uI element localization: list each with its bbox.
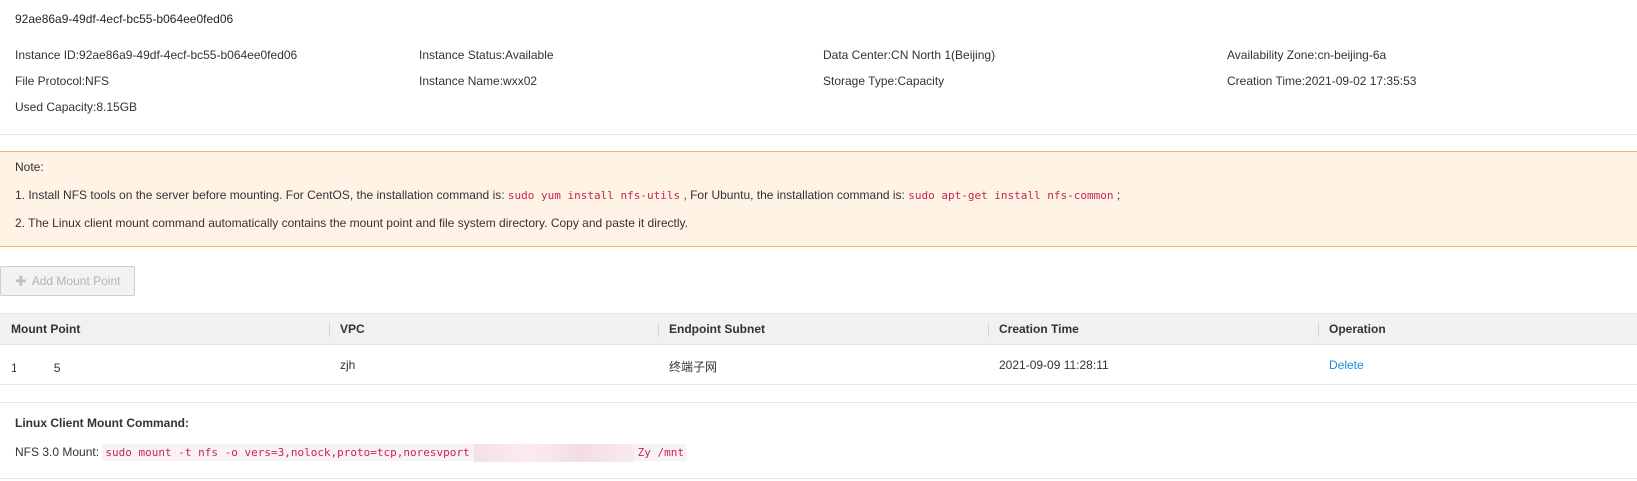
creation-time: Creation Time:2021-09-02 17:35:53 — [1227, 74, 1417, 88]
mount-command-code[interactable]: sudo mount -t nfs -o vers=3,nolock,proto… — [102, 444, 687, 462]
plus-icon: ✚ — [15, 273, 27, 289]
note-line-1: 1. Install NFS tools on the server befor… — [15, 188, 1120, 202]
availability-zone: Availability Zone:cn-beijing-6a — [1227, 48, 1387, 62]
endpoint-subnet-cell: 终端子网 — [669, 360, 718, 374]
mount-point-end: 5 — [53, 361, 61, 376]
column-vpc: VPC — [340, 322, 365, 336]
data-center: Data Center:CN North 1(Beijing) — [823, 48, 996, 62]
storage-type: Storage Type:Capacity — [823, 74, 945, 88]
add-mount-point-button[interactable]: ✚ Add Mount Point — [0, 266, 135, 296]
column-operation: Operation — [1329, 322, 1386, 336]
divider — [0, 402, 1637, 403]
instance-status: Instance Status:Available — [419, 48, 554, 62]
used-capacity: Used Capacity:8.15GB — [15, 100, 138, 114]
ubuntu-install-command: sudo apt-get install nfs-common — [908, 189, 1114, 202]
add-mount-point-label: Add Mount Point — [31, 274, 121, 288]
mount-command-prefix: sudo mount -t nfs -o vers=3,nolock,proto… — [105, 446, 470, 459]
delete-link[interactable]: Delete — [1329, 358, 1364, 372]
vpc-cell: zjh — [340, 358, 356, 372]
column-divider — [658, 323, 659, 337]
column-divider — [329, 323, 330, 337]
note-line-1-prefix: 1. Install NFS tools on the server befor… — [15, 188, 505, 202]
column-endpoint-subnet: Endpoint Subnet — [669, 322, 765, 336]
table-row: 15 zjh 终端子网 2021-09-09 11:28:11 Delete — [0, 345, 1637, 385]
redacted-region — [15, 358, 56, 380]
centos-install-command: sudo yum install nfs-utils — [507, 189, 681, 202]
creation-time-cell: 2021-09-09 11:28:11 — [999, 358, 1109, 372]
note-heading: Note: — [15, 160, 44, 174]
redacted-region — [473, 444, 634, 462]
mount-point-cell: 15 — [11, 358, 60, 380]
column-divider — [1318, 323, 1319, 337]
column-mount-point: Mount Point — [11, 322, 81, 336]
page-title: 92ae86a9-49df-4ecf-bc55-b064ee0fed06 — [15, 12, 234, 26]
note-line-2: 2. The Linux client mount command automa… — [15, 216, 689, 230]
column-divider — [988, 323, 989, 337]
divider — [0, 478, 1637, 479]
column-creation-time: Creation Time — [999, 322, 1079, 336]
note-line-1-mid: , For Ubuntu, the installation command i… — [683, 188, 905, 202]
table-header: Mount Point VPC Endpoint Subnet Creation… — [0, 313, 1637, 345]
mount-command-title: Linux Client Mount Command: — [15, 416, 189, 430]
divider — [0, 134, 1637, 135]
note-line-1-suffix: ; — [1116, 188, 1121, 202]
note-panel: Note: 1. Install NFS tools on the server… — [0, 151, 1637, 247]
mount-command-label: NFS 3.0 Mount: — [15, 445, 100, 459]
mount-command-suffix: Zy /mnt — [637, 446, 684, 459]
mount-command-line: NFS 3.0 Mount: sudo mount -t nfs -o vers… — [15, 444, 687, 462]
instance-id: Instance ID:92ae86a9-49df-4ecf-bc55-b064… — [15, 48, 298, 62]
file-protocol: File Protocol:NFS — [15, 74, 110, 88]
instance-name: Instance Name:wxx02 — [419, 74, 538, 88]
